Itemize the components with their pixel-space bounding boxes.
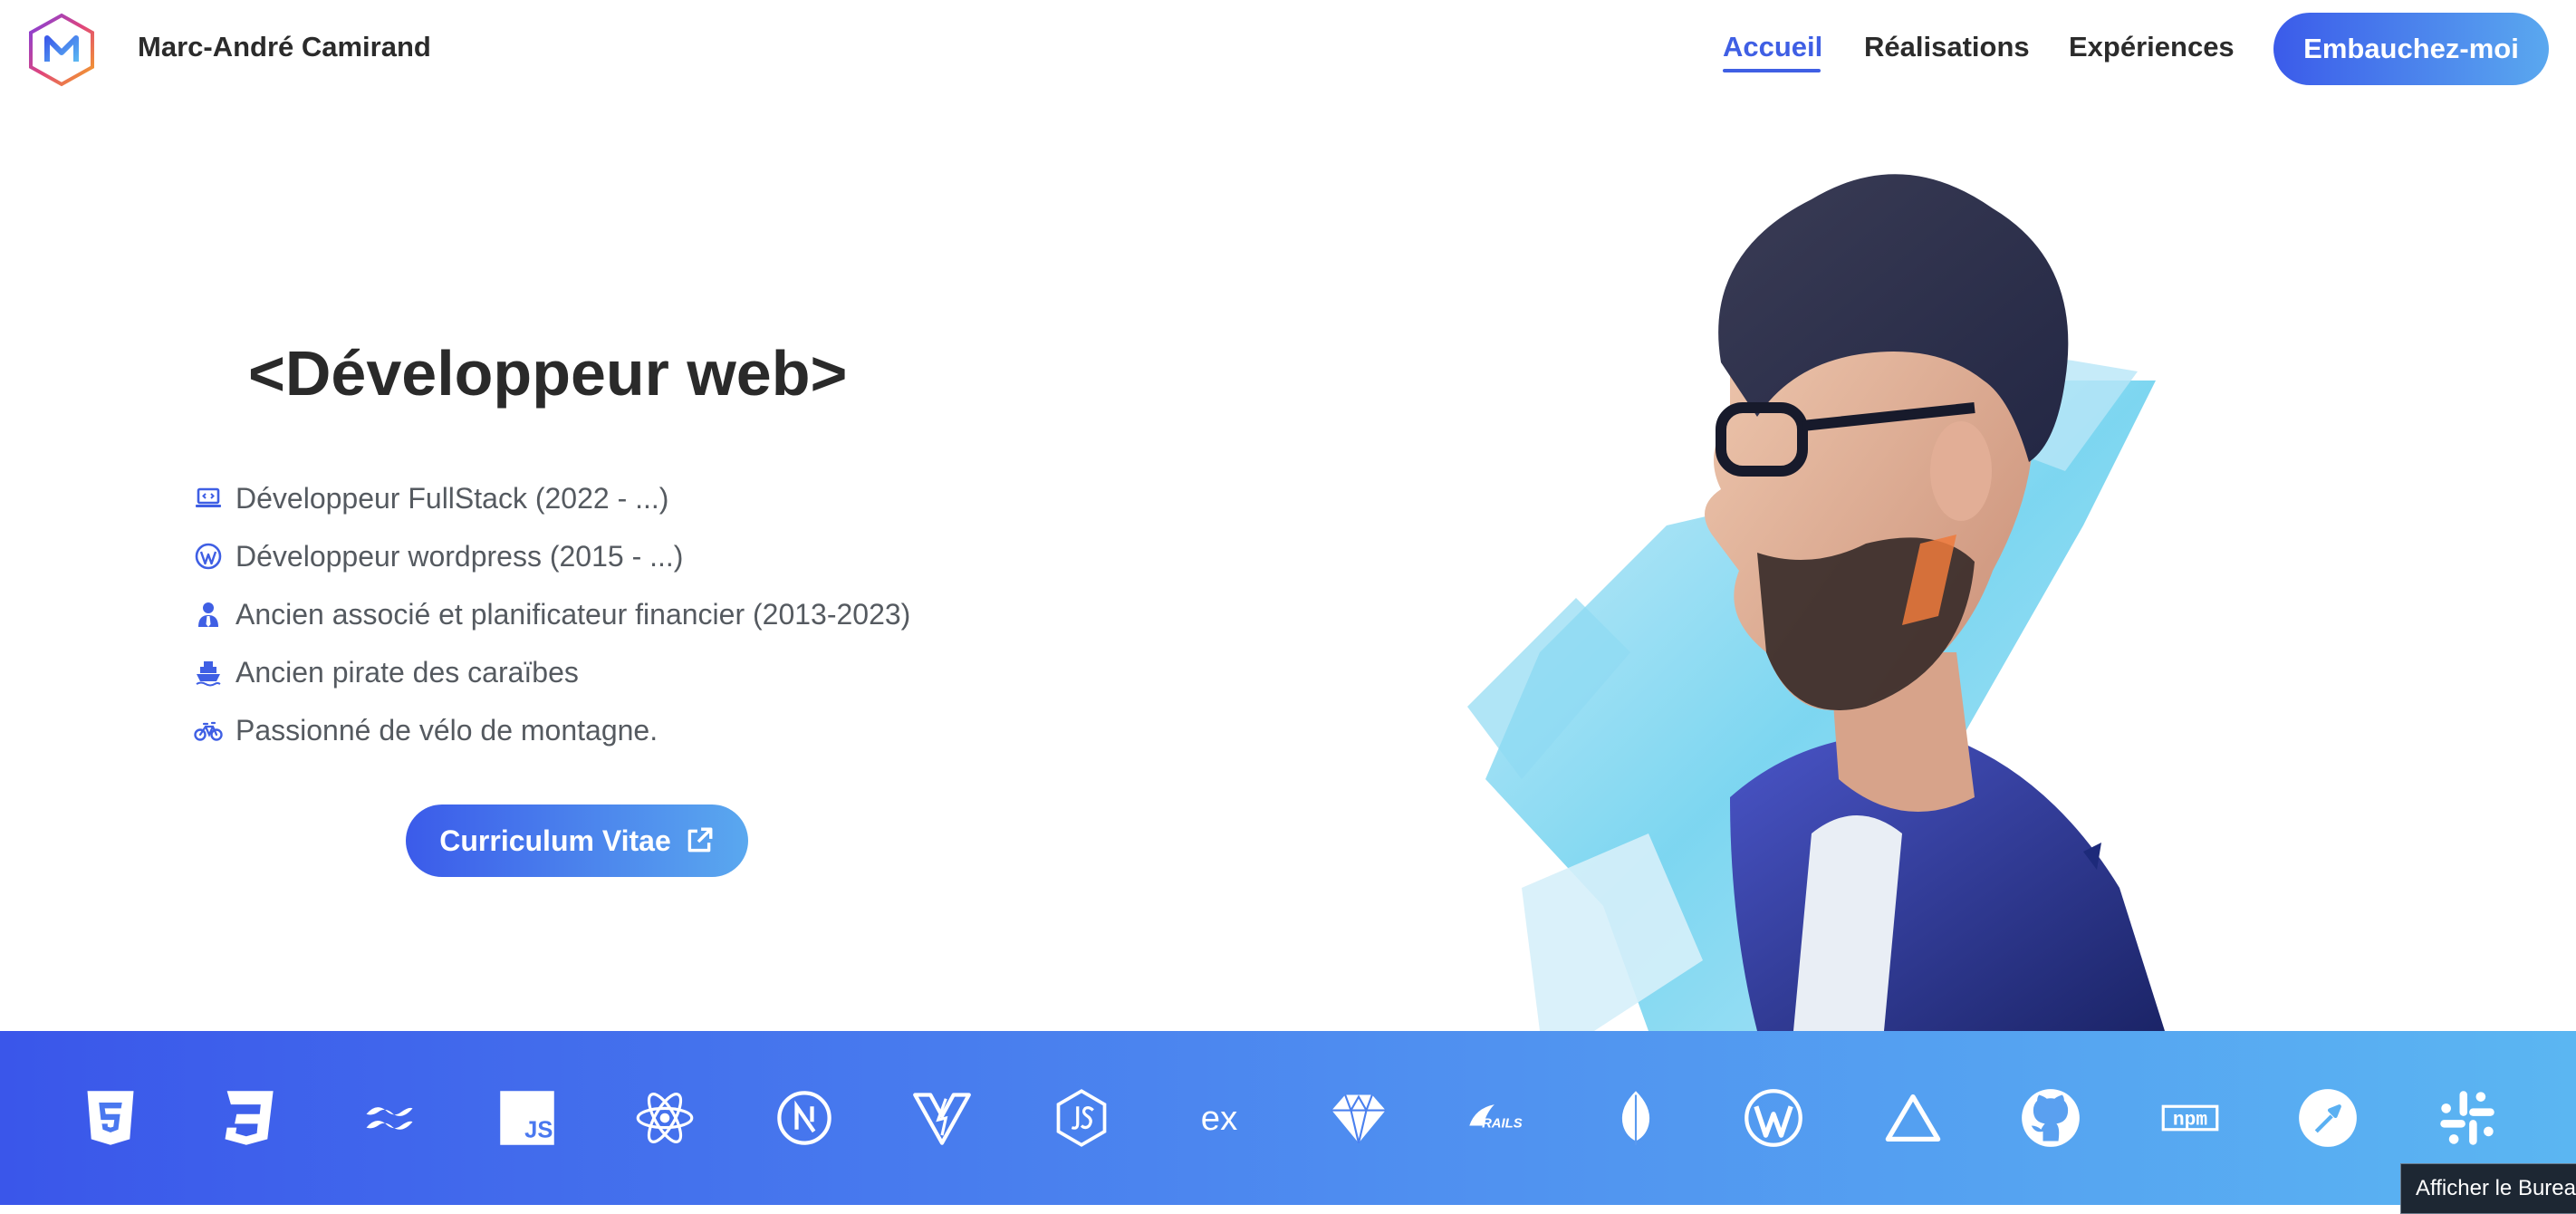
external-link-icon (687, 827, 713, 853)
wordpress-icon (190, 538, 226, 574)
curriculum-vitae-button[interactable]: Curriculum Vitae (406, 805, 748, 877)
react-icon (620, 1073, 710, 1163)
nextjs-icon (759, 1073, 850, 1163)
feature-list: Développeur FullStack (2022 - ...) Dével… (190, 469, 910, 759)
brand-name[interactable]: Marc-André Camirand (138, 31, 431, 63)
feature-item: Développeur wordpress (2015 - ...) (190, 527, 910, 585)
bicycle-icon (190, 712, 226, 748)
vite-icon (897, 1073, 987, 1163)
npm-label: npm (2173, 1109, 2207, 1131)
express-icon: ex (1174, 1073, 1264, 1163)
tech-stack-band: JS ex RAILS npm (0, 1031, 2576, 1205)
logo-icon[interactable] (27, 13, 96, 87)
github-icon (2005, 1073, 2096, 1163)
user-tie-icon (190, 596, 226, 632)
feature-item: Ancien associé et planificateur financie… (190, 585, 910, 643)
active-nav-underline (1723, 69, 1821, 72)
feature-item: Passionné de vélo de montagne. (190, 701, 910, 759)
portrait-illustration (1467, 174, 2165, 1031)
nav-link-realisations[interactable]: Réalisations (1864, 31, 2030, 63)
feature-item: Ancien pirate des caraïbes (190, 643, 910, 701)
feature-item: Développeur FullStack (2022 - ...) (190, 469, 910, 527)
cv-button-label: Curriculum Vitae (439, 824, 671, 857)
mongodb-icon (1591, 1073, 1681, 1163)
hero-headline: <Développeur web> (248, 338, 848, 409)
feature-text: Ancien associé et planificateur financie… (235, 597, 911, 631)
nodejs-icon (1036, 1073, 1127, 1163)
nav-link-experiences[interactable]: Expériences (2069, 31, 2235, 63)
css3-icon (203, 1073, 293, 1163)
rails-icon: RAILS (1451, 1073, 1542, 1163)
tailwind-icon (344, 1073, 435, 1163)
ruby-icon (1313, 1073, 1404, 1163)
express-label: ex (1201, 1099, 1237, 1138)
feature-text: Développeur wordpress (2015 - ...) (235, 539, 684, 573)
rails-label: RAILS (1482, 1117, 1523, 1132)
feature-text: Ancien pirate des caraïbes (235, 655, 579, 689)
npm-icon: npm (2145, 1073, 2235, 1163)
hire-me-button[interactable]: Embauchez-moi (2273, 13, 2549, 85)
feature-text: Passionné de vélo de montagne. (235, 713, 658, 747)
site-header: Marc-André Camirand Accueil Réalisations… (0, 0, 2576, 101)
laptop-code-icon (190, 480, 226, 516)
wordpress-icon (1728, 1073, 1819, 1163)
feature-text: Développeur FullStack (2022 - ...) (235, 481, 669, 515)
html5-icon (65, 1073, 156, 1163)
vercel-icon (1868, 1073, 1958, 1163)
ship-icon (190, 654, 226, 690)
slack-icon (2422, 1073, 2513, 1163)
javascript-icon: JS (482, 1073, 572, 1163)
javascript-label: JS (524, 1117, 553, 1142)
show-desktop-tooltip: Afficher le Bureau (2400, 1163, 2576, 1214)
nav-link-accueil[interactable]: Accueil (1723, 31, 1822, 63)
postman-icon (2283, 1073, 2373, 1163)
